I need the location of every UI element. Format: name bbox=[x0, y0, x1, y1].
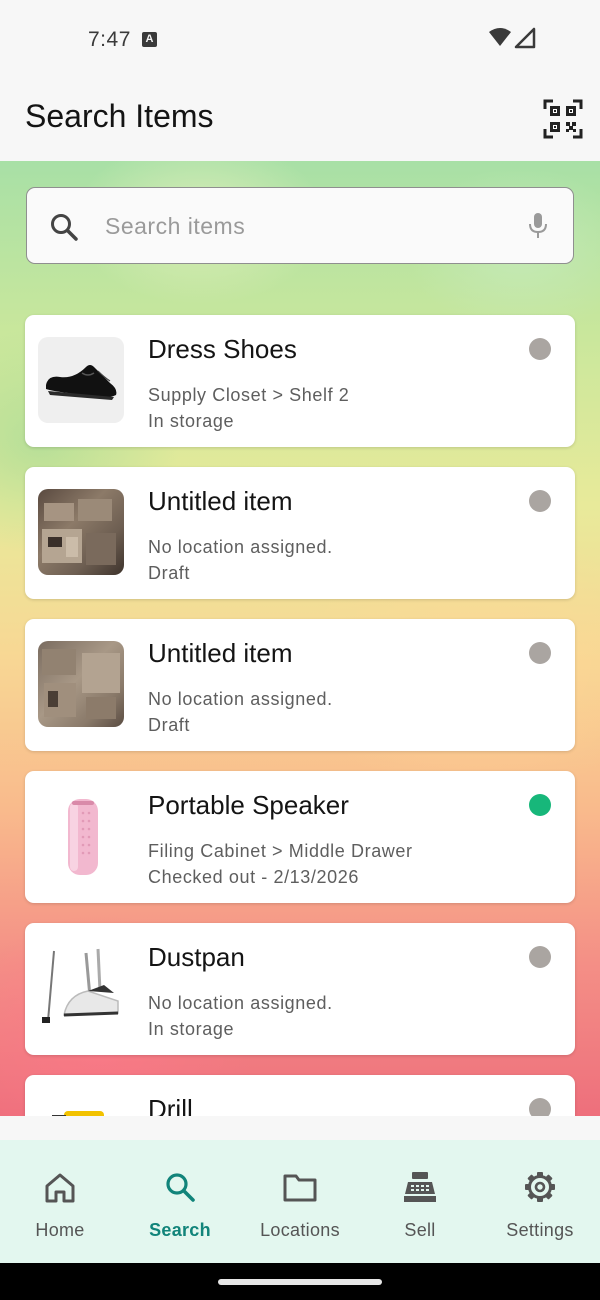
item-thumbnail bbox=[38, 337, 124, 423]
status-indicator bbox=[529, 642, 551, 664]
drill-icon bbox=[52, 1111, 104, 1116]
notification-badge-icon: A bbox=[142, 32, 157, 47]
status-indicator bbox=[529, 338, 551, 360]
nav-sell[interactable]: Sell bbox=[360, 1140, 480, 1263]
status-time: 7:47 bbox=[88, 28, 131, 51]
wifi-signal-icon bbox=[489, 27, 536, 49]
status-bar: 7:47 A bbox=[0, 0, 600, 80]
status-icons bbox=[488, 27, 538, 56]
item-status: Checked out - 2/13/2026 bbox=[148, 867, 359, 887]
nav-locations[interactable]: Locations bbox=[240, 1140, 360, 1263]
status-indicator bbox=[529, 946, 551, 968]
item-thumbnail bbox=[38, 641, 124, 727]
microphone-icon[interactable] bbox=[527, 212, 549, 245]
folder-icon bbox=[283, 1174, 317, 1202]
search-icon bbox=[49, 212, 79, 247]
item-name: Drill bbox=[148, 1094, 193, 1116]
search-input[interactable] bbox=[105, 208, 505, 244]
item-card[interactable]: Drill bbox=[25, 1075, 575, 1116]
item-location: No location assigned. bbox=[148, 993, 333, 1013]
item-name: Untitled item bbox=[148, 486, 293, 516]
item-card[interactable]: Portable Speaker Filing Cabinet > Middle… bbox=[25, 771, 575, 903]
item-location: No location assigned. bbox=[148, 537, 333, 557]
nav-label: Locations bbox=[260, 1220, 340, 1240]
item-thumbnail bbox=[38, 793, 124, 879]
qr-scan-icon bbox=[543, 99, 583, 139]
nav-search[interactable]: Search bbox=[120, 1140, 240, 1263]
qr-scan-button[interactable] bbox=[543, 99, 583, 139]
item-card[interactable]: Dress Shoes Supply Closet > Shelf 2 In s… bbox=[25, 315, 575, 447]
item-status: In storage bbox=[148, 411, 235, 431]
nav-label: Home bbox=[35, 1220, 85, 1240]
item-location: Filing Cabinet > Middle Drawer bbox=[148, 841, 413, 861]
item-card[interactable]: Dustpan No location assigned. In storage bbox=[25, 923, 575, 1055]
dress-shoe-icon bbox=[46, 365, 117, 400]
item-name: Dress Shoes bbox=[148, 334, 297, 364]
item-thumbnail bbox=[38, 489, 124, 575]
item-thumbnail bbox=[38, 945, 124, 1031]
gesture-bar bbox=[0, 1263, 600, 1300]
search-results-area[interactable]: Dress Shoes Supply Closet > Shelf 2 In s… bbox=[0, 161, 600, 1116]
nav-label: Sell bbox=[404, 1220, 436, 1240]
nav-settings[interactable]: Settings bbox=[480, 1140, 600, 1263]
item-card[interactable]: Untitled item No location assigned. Draf… bbox=[25, 467, 575, 599]
item-card[interactable]: Untitled item No location assigned. Draf… bbox=[25, 619, 575, 751]
nav-home[interactable]: Home bbox=[0, 1140, 120, 1263]
status-indicator bbox=[529, 1098, 551, 1116]
item-location: Supply Closet > Shelf 2 bbox=[148, 385, 350, 405]
kitchen-photo-icon bbox=[42, 649, 120, 719]
nav-label: Search bbox=[149, 1220, 211, 1240]
item-name: Dustpan bbox=[148, 942, 245, 972]
bottom-navigation: Home Search Locations Sell Settings bbox=[0, 1140, 600, 1263]
home-gesture-handle[interactable] bbox=[218, 1279, 382, 1285]
search-icon bbox=[166, 1173, 195, 1202]
page-title: Search Items bbox=[25, 98, 214, 134]
item-location: No location assigned. bbox=[148, 689, 333, 709]
dustpan-icon bbox=[42, 948, 119, 1023]
portable-speaker-icon bbox=[68, 799, 98, 875]
item-status: Draft bbox=[148, 563, 191, 583]
status-indicator bbox=[529, 794, 551, 816]
item-name: Untitled item bbox=[148, 638, 293, 668]
home-icon bbox=[45, 1173, 75, 1203]
kitchen-photo-icon bbox=[42, 499, 116, 565]
status-indicator bbox=[529, 490, 551, 512]
nav-label: Settings bbox=[506, 1220, 574, 1240]
gear-icon bbox=[525, 1172, 555, 1202]
search-bar[interactable] bbox=[26, 187, 574, 264]
item-thumbnail bbox=[38, 1097, 124, 1116]
app-bar: Search Items bbox=[0, 80, 600, 161]
cash-register-icon bbox=[404, 1172, 436, 1202]
item-status: Draft bbox=[148, 715, 191, 735]
item-status: In storage bbox=[148, 1019, 235, 1039]
item-name: Portable Speaker bbox=[148, 790, 349, 820]
